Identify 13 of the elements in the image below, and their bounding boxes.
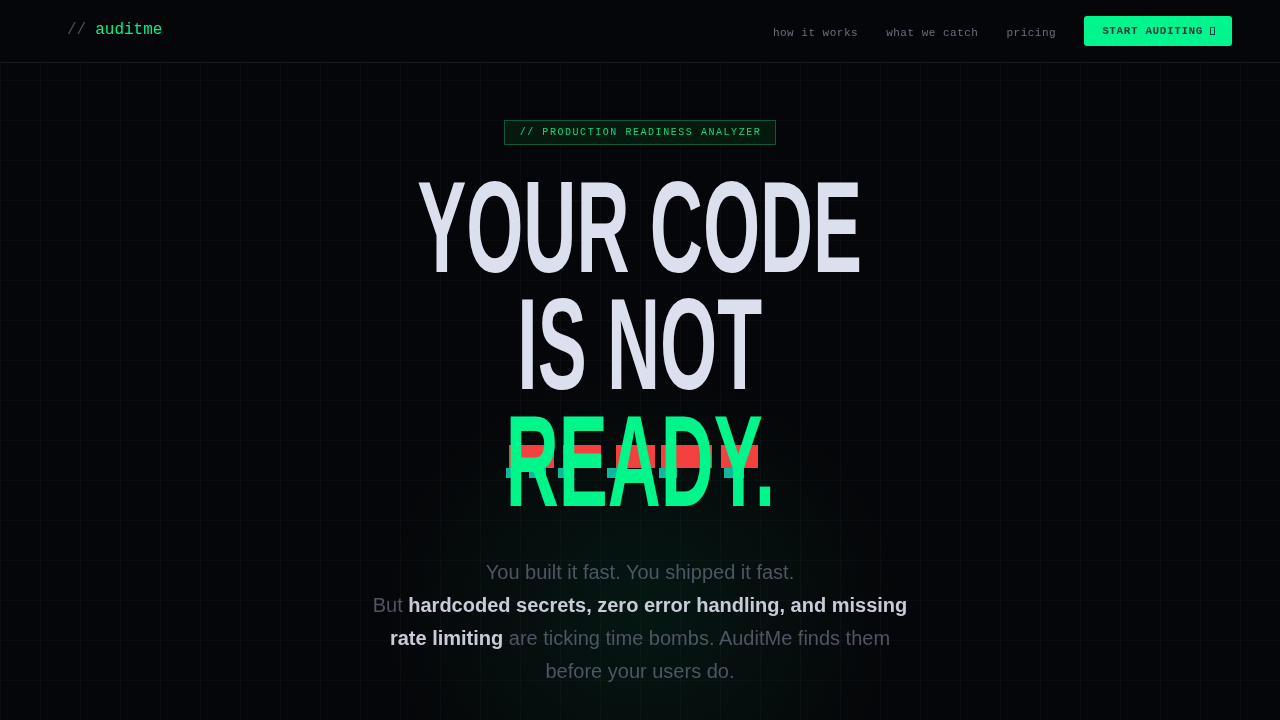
rectangle-icon <box>1210 27 1215 35</box>
logo-name: auditme <box>95 21 163 39</box>
hero-subtitle: You built it fast. You shipped it fast. <box>484 560 796 585</box>
nav-link[interactable]: pricing <box>1006 23 1057 39</box>
logo-prefix: // <box>67 21 87 39</box>
start-auditing-button[interactable]: START AUDITING <box>1084 16 1232 46</box>
headline-line: IS NOT <box>517 286 763 403</box>
hero-subtitle: But hardcoded secrets, zero error handling, and missing rate limiting are ticking time bombs. AuditMe finds them before your users do. <box>371 593 909 684</box>
nav-link[interactable]: what we catch <box>886 23 979 39</box>
hero-badge: // PRODUCTION READINESS ANALYZER <box>503 120 777 145</box>
nav-link[interactable]: how it works <box>772 23 859 39</box>
logo[interactable]: // auditme <box>67 21 163 41</box>
headline-line: YOUR CODE <box>417 169 863 286</box>
